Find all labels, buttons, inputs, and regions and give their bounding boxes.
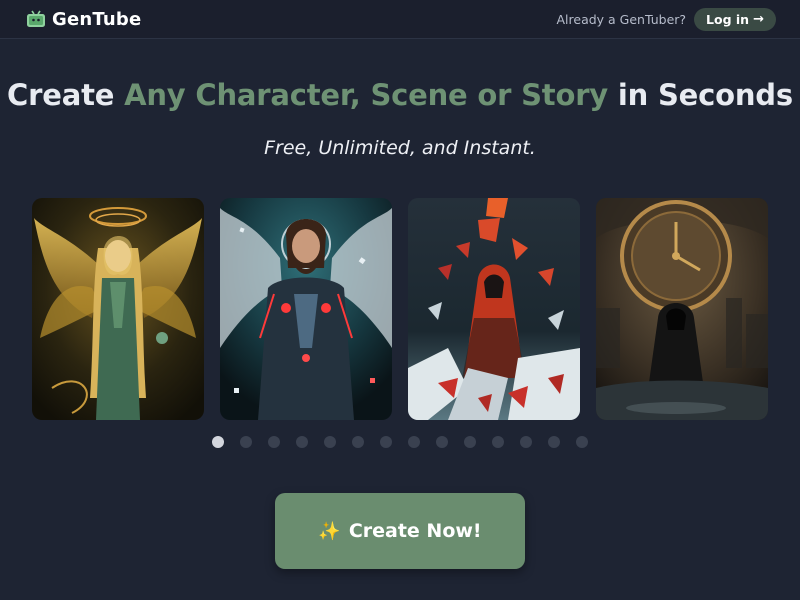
headline-accent: Any Character, Scene or Story [124, 78, 608, 112]
hero-subheadline: Free, Unlimited, and Instant. [264, 137, 536, 159]
carousel-dot[interactable] [380, 436, 392, 448]
headline-start: Create [7, 78, 115, 112]
shattered-figure-image [408, 198, 580, 420]
carousel-dot[interactable] [548, 436, 560, 448]
carousel-dot[interactable] [520, 436, 532, 448]
sparkles-icon: ✨ [318, 520, 341, 542]
image-carousel[interactable] [32, 198, 768, 420]
carousel-dot[interactable] [352, 436, 364, 448]
carousel-dot[interactable] [324, 436, 336, 448]
carousel-dot[interactable] [268, 436, 280, 448]
carousel-dot[interactable] [492, 436, 504, 448]
carousel-dot[interactable] [212, 436, 224, 448]
headline-end: in Seconds [617, 78, 793, 112]
create-now-button[interactable]: ✨ Create Now! [275, 493, 525, 569]
hero-headline: Create Any Character, Scene or Story in … [0, 78, 800, 112]
clock-figure-image [596, 198, 768, 420]
carousel-dot[interactable] [576, 436, 588, 448]
carousel-pagination [212, 436, 588, 448]
carousel-dot[interactable] [296, 436, 308, 448]
carousel-dot[interactable] [464, 436, 476, 448]
angel-image [32, 198, 204, 420]
carousel-card[interactable] [408, 198, 580, 420]
login-label: Log in [706, 11, 750, 27]
top-nav: GenTube Already a GenTuber? Log in → [0, 0, 800, 39]
carousel-dot[interactable] [240, 436, 252, 448]
carousel-card[interactable] [596, 198, 768, 420]
carousel-card[interactable] [220, 198, 392, 420]
brand-logo[interactable]: GenTube [26, 9, 141, 30]
login-button[interactable]: Log in → [694, 7, 776, 31]
warrior-image [220, 198, 392, 420]
tv-icon [27, 10, 45, 27]
create-now-label: Create Now! [348, 520, 482, 542]
carousel-dot[interactable] [408, 436, 420, 448]
already-member-text: Already a GenTuber? [556, 11, 687, 27]
carousel-card[interactable] [32, 198, 204, 420]
carousel-dot[interactable] [436, 436, 448, 448]
arrow-right-icon: → [753, 11, 764, 27]
auth-area: Already a GenTuber? Log in → [556, 7, 776, 31]
brand-name: GenTube [52, 8, 142, 30]
